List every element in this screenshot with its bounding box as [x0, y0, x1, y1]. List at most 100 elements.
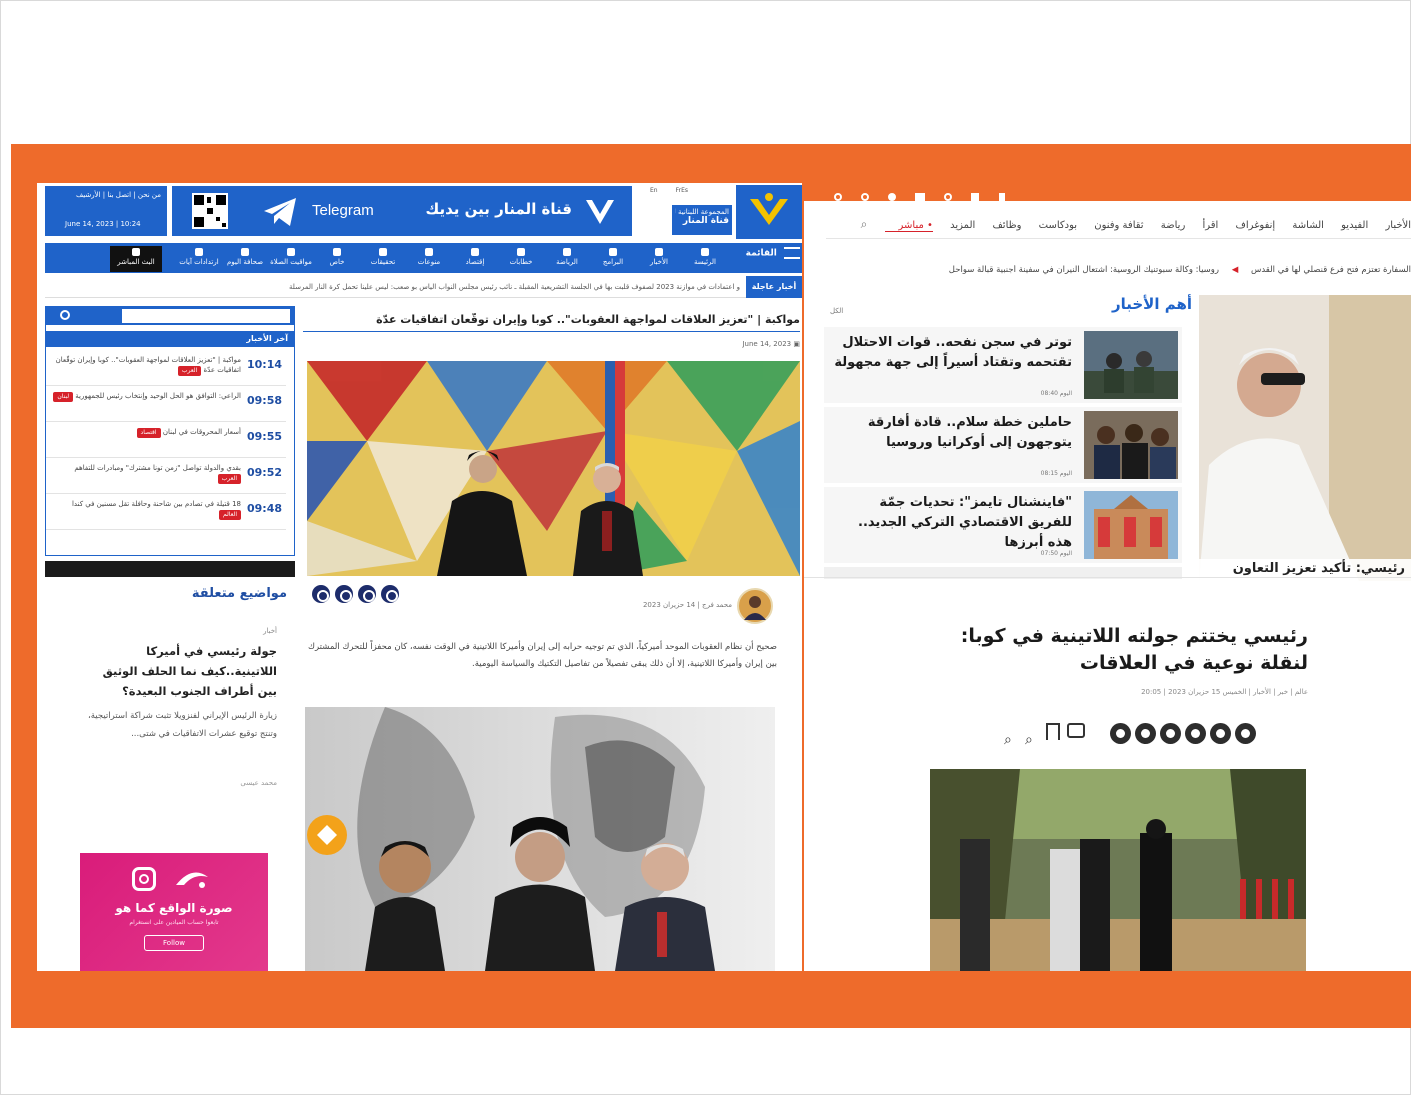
instagram-ad[interactable]: صورة الواقع كما هو تابعوا حساب الميادين … — [80, 853, 268, 971]
almanar-logo[interactable] — [736, 185, 802, 239]
nav-item[interactable]: رياضة — [1161, 220, 1186, 231]
latest-item[interactable]: 09:58 الراعي: التوافق هو الحل الوحيد وإن… — [46, 387, 286, 422]
latest-item[interactable]: 10:14 مواكبة | "تعزيز العلاقات لمواجهة ا… — [46, 351, 286, 386]
headline-card[interactable]: توتر في سجن نفحه.. قوات الاحتلال تقتحمه … — [824, 327, 1182, 403]
search-icon[interactable]: ⌕ — [861, 217, 868, 231]
tv-icon — [609, 248, 617, 256]
nav-item[interactable]: الأخبار — [1385, 220, 1411, 231]
nav-home[interactable]: الرئيسة — [683, 246, 727, 272]
calendar-icon: ▣ — [793, 340, 800, 348]
search-icon[interactable] — [60, 310, 70, 320]
search-bar — [46, 307, 294, 325]
youtube-icon[interactable] — [834, 193, 842, 201]
almayadeen-site-screenshot: الأخبار الفيديو الشاشة إنفوغراف اقرأ ريا… — [804, 183, 1411, 971]
zoom-in-icon[interactable]: ⌕ — [1004, 732, 1012, 748]
latest-item[interactable]: 09:55 أسعار المحروقات في لبنان اقتصاد — [46, 423, 286, 458]
nav-item[interactable]: وظائف — [992, 220, 1021, 231]
twitter-icon[interactable] — [1210, 723, 1232, 744]
headline-date: اليوم 07:50 — [1040, 550, 1072, 557]
nav-programs[interactable]: البرامج — [591, 246, 635, 272]
site-header: المجموعة اللبنانية للإعلام قناة المنار E… — [37, 183, 802, 240]
nav-item[interactable]: بودكاست — [1039, 220, 1077, 231]
live-link[interactable]: • مباشر — [884, 220, 933, 232]
print-icon[interactable] — [1135, 723, 1157, 744]
ticker-text[interactable]: و اعتمادات في موازنة 2023 لصفوف قلبت بها… — [50, 283, 740, 291]
video-small-icon[interactable] — [915, 193, 926, 201]
about-link[interactable]: من نحن — [138, 191, 161, 199]
follow-button[interactable]: Follow — [144, 935, 204, 951]
twitter-icon[interactable] — [335, 585, 353, 603]
facebook-icon[interactable] — [312, 585, 330, 603]
nav-label: الأخبار — [650, 258, 668, 266]
nav-item[interactable]: الشاشة — [1292, 220, 1324, 231]
nav-economy[interactable]: إقتصاد — [453, 246, 497, 272]
nav-sports[interactable]: الرياضة — [545, 246, 589, 272]
related-author: محمد عيسى — [240, 779, 277, 787]
search-doc-icon — [379, 248, 387, 256]
related-category: أخبار — [263, 627, 277, 635]
ticker-item[interactable]: روسيا: وكالة سبوتنيك الروسية: اشتعال الن… — [949, 265, 1219, 275]
zoom-out-icon[interactable]: ⌕ — [1025, 732, 1033, 748]
nav-label: ارتدادات آيات — [179, 258, 219, 266]
nav-prayer-times[interactable]: مواقيت الصلاة — [269, 246, 313, 272]
headline-image — [1084, 411, 1178, 479]
chart-icon — [471, 248, 479, 256]
contact-link[interactable]: اتصل بنا — [107, 191, 131, 199]
search-input[interactable] — [122, 309, 290, 323]
nav-news[interactable]: الأخبار — [637, 246, 681, 272]
ticker-item[interactable]: السفارة تعتزم فتح فرع قنصلي لها في القدس — [1251, 265, 1411, 275]
menu-toggle[interactable]: القائمة — [742, 247, 800, 269]
rss-icon[interactable] — [944, 193, 953, 201]
qr-code-icon — [190, 191, 230, 231]
mic-icon — [517, 248, 525, 256]
instagram-small-icon[interactable] — [861, 193, 870, 201]
nav-speeches[interactable]: خطابات — [499, 246, 543, 272]
comment-icon[interactable] — [1066, 723, 1085, 738]
email-share-icon[interactable] — [1110, 723, 1132, 744]
whatsapp-icon[interactable] — [358, 585, 376, 603]
latest-time: 10:14 — [246, 358, 282, 371]
twitter-small-icon[interactable] — [971, 193, 980, 201]
nav-verses[interactable]: ارتدادات آيات — [177, 246, 221, 272]
nav-item[interactable]: ثقافة وفنون — [1094, 220, 1143, 231]
related-headline[interactable]: جولة رئيسي في أميركا اللاتينية..كيف نما … — [87, 641, 277, 701]
article-hero-image — [307, 361, 800, 576]
top-social-bar — [804, 183, 1411, 201]
nav-item[interactable]: إنفوغراف — [1236, 220, 1276, 231]
share-icon[interactable] — [1160, 723, 1182, 744]
telegram-small-icon[interactable] — [888, 193, 897, 201]
author-avatar — [737, 588, 773, 624]
headline-title: حاملين خطة سلام.. قادة أفارقة يتوجهون إل… — [867, 415, 1072, 450]
date-label: June 14, 2023 | 10:24 — [65, 220, 141, 228]
hero-image[interactable]: رئيسي: تأكيد تعزيز التعاون — [1199, 295, 1411, 581]
nav-item[interactable]: اقرأ — [1202, 220, 1218, 231]
telegram-banner[interactable]: Telegram قناة المنار بين يديك — [172, 186, 632, 236]
nav-variety[interactable]: منوعات — [407, 246, 451, 272]
nav-live[interactable]: البث المباشر — [110, 246, 162, 272]
all-link[interactable]: الكل — [830, 307, 843, 315]
latest-item[interactable]: 09:48 18 قتيلة في تصادم بين شاحنة وحافلة… — [46, 495, 286, 530]
latest-item[interactable]: 09:52 بقدي والدولة تواصل "زمن تونا مشترك… — [46, 459, 286, 494]
article-date: June 14, 2023 — [742, 340, 792, 348]
nav-item[interactable]: المزيد — [950, 220, 975, 231]
article-image — [930, 769, 1306, 971]
google-plus-icon[interactable] — [1185, 723, 1207, 744]
nav-divider — [826, 238, 1411, 239]
telegram-label: Telegram — [312, 202, 374, 219]
facebook-icon[interactable] — [1235, 723, 1257, 744]
archive-link[interactable]: الأرشيف — [76, 191, 101, 199]
telegram-share-icon[interactable] — [381, 585, 399, 603]
nav-special[interactable]: خاص — [315, 246, 359, 272]
hamburger-icon — [784, 247, 800, 259]
facebook-small-icon[interactable] — [998, 193, 1005, 201]
headline-card[interactable]: حاملين خطة سلام.. قادة أفارقة يتوجهون إل… — [824, 407, 1182, 483]
headline-card[interactable]: "فاينشنال تايمز": تحديات جمّة للفريق الا… — [824, 487, 1182, 563]
sidebar-latest: آخر الأخبار 10:14 مواكبة | "تعزيز العلاق… — [45, 306, 295, 556]
nav-investigations[interactable]: تحقيقات — [361, 246, 405, 272]
bookmark-icon[interactable] — [1045, 723, 1060, 740]
language-links: En FrEs — [650, 187, 688, 194]
news-icon — [655, 248, 663, 256]
latest-time: 09:48 — [246, 502, 282, 515]
nav-item[interactable]: الفيديو — [1341, 220, 1368, 231]
nav-press[interactable]: صحافة اليوم — [223, 246, 267, 272]
